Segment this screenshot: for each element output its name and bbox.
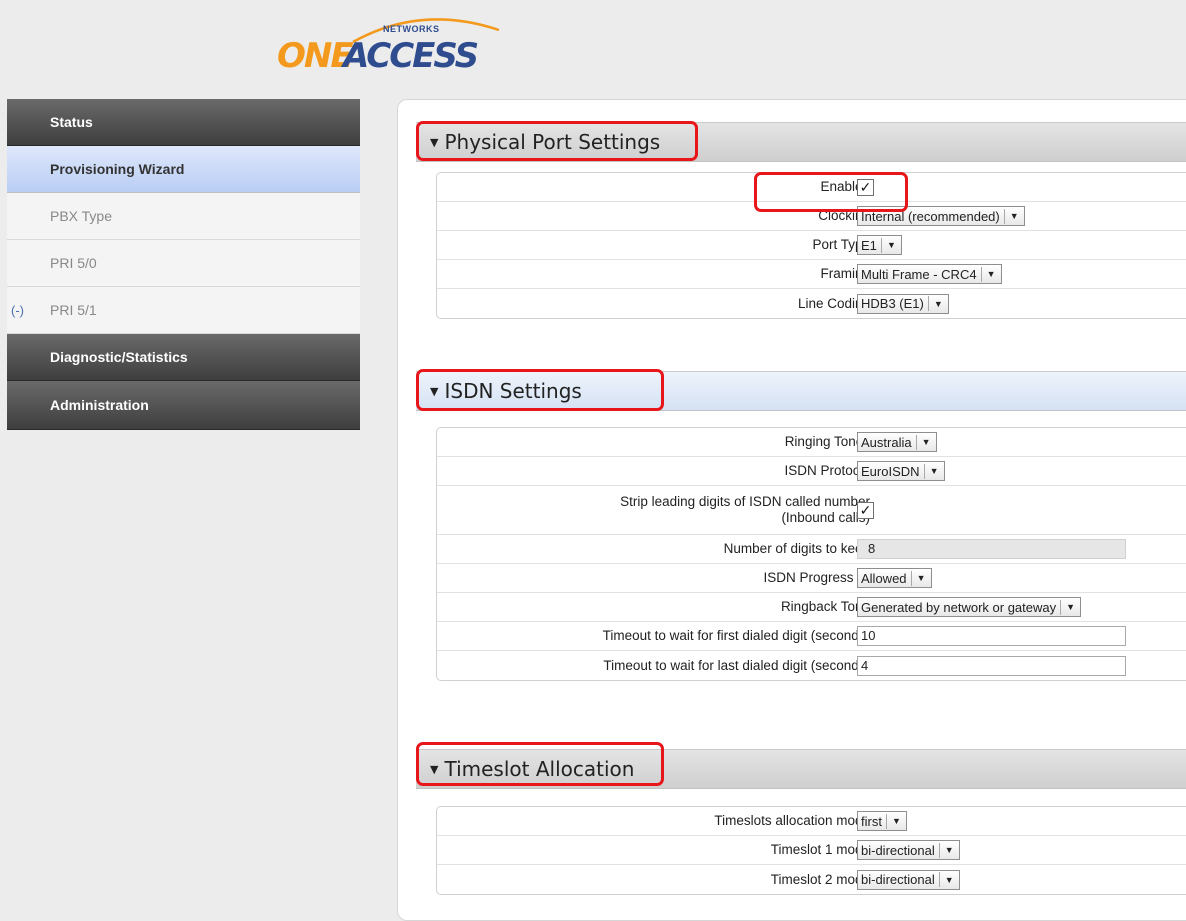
form-row-port-type: Port Type E1 ▼ [437,231,1186,260]
form-row-progress-ie: ISDN Progress IE Allowed ▼ [437,564,1186,593]
form-row-line-coding: Line Coding HDB3 (E1) ▼ [437,289,1186,318]
form-row-strip-digits: Strip leading digits of ISDN called numb… [437,486,1186,535]
sidebar-item-label: Administration [50,397,149,413]
timeslot-1-select[interactable]: bi-directional ▼ [857,840,960,860]
collapse-arrow-icon: ▼ [430,762,439,776]
timeslot-1-label: Timeslot 1 mode [770,842,870,857]
sidebar-item-label: PBX Type [50,208,113,224]
form-row-ringing-tones: Ringing Tones Australia ▼ [437,428,1186,457]
form-row-timeslot-mode: Timeslots allocation mode first ▼ [437,807,1186,836]
sidebar-item-provisioning-wizard[interactable]: Provisioning Wizard [7,146,360,193]
timeslot-mode-label: Timeslots allocation mode [714,813,870,828]
framing-select[interactable]: Multi Frame - CRC4 ▼ [857,264,1002,284]
first-digit-timeout-label: Timeout to wait for first dialed digit (… [602,628,870,643]
form-row-timeslot-2: Timeslot 2 mode bi-directional ▼ [437,865,1186,894]
section-title: Timeslot Allocation [444,757,635,781]
digits-to-keep-input[interactable]: 8 [857,539,1126,559]
ringback-tone-select[interactable]: Generated by network or gateway ▼ [857,597,1082,617]
logo-one-text: ONE [277,36,354,76]
collapse-arrow-icon: ▼ [430,135,439,149]
physical-port-form: Enabled ✓ Clocking Internal (recommended… [436,172,1186,319]
form-row-digits-to-keep: Number of digits to keep 8 [437,535,1186,564]
form-row-clocking: Clocking Internal (recommended) ▼ [437,202,1186,231]
clocking-select[interactable]: Internal (recommended) ▼ [857,206,1025,226]
strip-digits-label-line1: Strip leading digits of ISDN called numb… [620,494,870,509]
section-physical-port-settings[interactable]: ▼ Physical Port Settings [416,122,1186,162]
progress-ie-select[interactable]: Allowed ▼ [857,568,932,588]
last-digit-timeout-label: Timeout to wait for last dialed digit (s… [603,657,870,673]
strip-digits-label: Strip leading digits of ISDN called numb… [620,486,870,534]
dropdown-arrow-icon: ▼ [933,298,943,309]
digits-to-keep-label: Number of digits to keep [723,541,870,556]
dropdown-arrow-icon: ▼ [944,874,954,885]
isdn-protocol-select[interactable]: EuroISDN ▼ [857,461,945,481]
dropdown-arrow-icon: ▼ [986,269,996,279]
sidebar-item-diagnostic-statistics[interactable]: Diagnostic/Statistics [7,334,360,381]
sidebar-item-pri-5-0[interactable]: PRI 5/0 [7,240,360,287]
sidebar-item-status[interactable]: Status [7,99,360,146]
dropdown-arrow-icon: ▼ [929,466,939,476]
form-row-isdn-protocol: ISDN Protocol EuroISDN ▼ [437,457,1186,486]
dropdown-arrow-icon: ▼ [891,816,901,826]
dropdown-arrow-icon: ▼ [1009,211,1019,221]
main-panel: ▼ Physical Port Settings Enabled ✓ Clock… [397,99,1186,921]
dropdown-arrow-icon: ▼ [1066,602,1076,612]
section-title: Physical Port Settings [444,130,661,154]
timeslot-allocation-form: Timeslots allocation mode first ▼ Timeslo… [436,806,1186,895]
dropdown-arrow-icon: ▼ [921,437,931,447]
collapse-toggle-icon[interactable]: (-) [11,303,24,318]
section-timeslot-allocation[interactable]: ▼ Timeslot Allocation [416,749,1186,789]
progress-ie-label: ISDN Progress IE [763,570,870,585]
sidebar-nav: Status Provisioning Wizard PBX Type PRI … [7,99,360,430]
last-digit-timeout-input[interactable]: 4 [857,655,1126,676]
ringing-tones-select[interactable]: Australia ▼ [857,432,937,452]
form-row-last-digit-timeout: Timeout to wait for last dialed digit (s… [437,651,1186,680]
form-row-timeslot-1: Timeslot 1 mode bi-directional ▼ [437,836,1186,865]
dropdown-arrow-icon: ▼ [916,573,926,583]
form-row-ringback-tone: Ringback Tone Generated by network or ga… [437,593,1186,622]
section-isdn-settings[interactable]: ▼ ISDN Settings [416,371,1186,411]
form-row-framing: Framing Multi Frame - CRC4 ▼ [437,260,1186,289]
timeslot-2-select[interactable]: bi-directional ▼ [857,869,960,890]
first-digit-timeout-input[interactable]: 10 [857,626,1126,646]
sidebar-item-pbx-type[interactable]: PBX Type [7,193,360,240]
timeslot-mode-select[interactable]: first ▼ [857,811,907,831]
section-title: ISDN Settings [444,379,582,403]
isdn-settings-form: Ringing Tones Australia ▼ ISDN Protocol E… [436,427,1186,681]
form-row-first-digit-timeout: Timeout to wait for first dialed digit (… [437,622,1186,651]
sidebar-item-administration[interactable]: Administration [7,381,360,430]
sidebar-item-label: Diagnostic/Statistics [50,349,188,365]
port-type-select[interactable]: E1 ▼ [857,235,902,255]
sidebar-item-label: PRI 5/1 [50,302,97,318]
sidebar-item-label: Status [50,114,93,130]
dropdown-arrow-icon: ▼ [886,240,896,250]
sidebar-item-pri-5-1[interactable]: (-) PRI 5/1 [7,287,360,334]
enabled-checkbox[interactable]: ✓ [857,178,874,196]
sidebar-item-label: Provisioning Wizard [50,161,185,177]
timeslot-2-label: Timeslot 2 mode [770,871,870,887]
line-coding-select[interactable]: HDB3 (E1) ▼ [857,293,949,314]
strip-digits-checkbox[interactable]: ✓ [857,501,874,519]
collapse-arrow-icon: ▼ [430,384,439,398]
dropdown-arrow-icon: ▼ [944,845,954,855]
sidebar-item-label: PRI 5/0 [50,255,97,271]
logo-access-text: ACCESS [343,36,479,76]
logo-networks-text: NETWORKS [383,24,440,34]
form-row-enabled: Enabled ✓ [437,173,1186,202]
